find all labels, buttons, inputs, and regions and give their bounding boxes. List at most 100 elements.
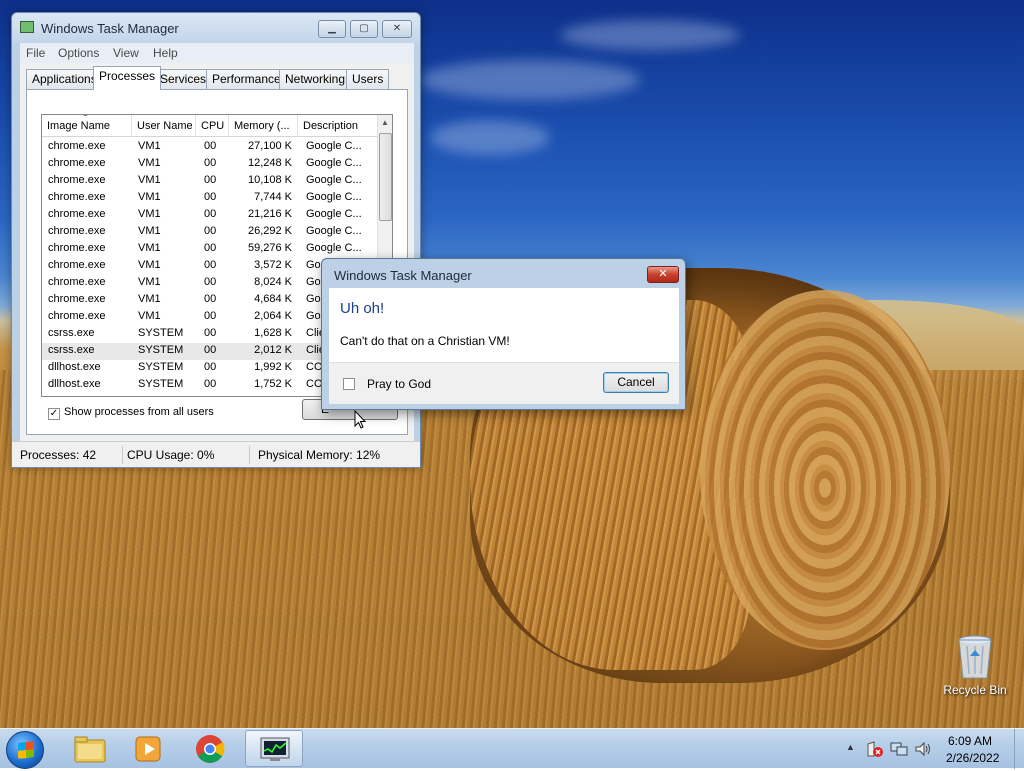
cell-image: chrome.exe bbox=[48, 208, 106, 220]
cell-cpu: 00 bbox=[204, 361, 217, 373]
tab-networking[interactable]: Networking bbox=[279, 69, 352, 89]
cell-desc: Google C... bbox=[306, 242, 362, 254]
cell-user: VM1 bbox=[138, 276, 161, 288]
cell-mem: 26,292 K bbox=[247, 225, 292, 237]
maximize-icon: ▢ bbox=[359, 23, 369, 34]
column-cpu[interactable]: CPU bbox=[196, 115, 229, 137]
cell-image: csrss.exe bbox=[48, 327, 95, 339]
cloud bbox=[430, 120, 550, 155]
cell-mem: 4,684 K bbox=[254, 293, 292, 305]
show-all-users-checkbox[interactable]: ✓ bbox=[48, 408, 60, 420]
column-description[interactable]: Description bbox=[298, 115, 378, 137]
cell-image: chrome.exe bbox=[48, 140, 106, 152]
cell-cpu: 00 bbox=[204, 378, 217, 390]
cell-image: chrome.exe bbox=[48, 276, 106, 288]
chrome-icon bbox=[196, 735, 225, 763]
window-title: Windows Task Manager bbox=[41, 21, 179, 36]
close-icon: ✕ bbox=[658, 268, 668, 280]
cell-cpu: 00 bbox=[204, 293, 217, 305]
cell-cpu: 00 bbox=[204, 327, 217, 339]
menu-file[interactable]: File bbox=[26, 46, 45, 60]
cell-image: csrss.exe bbox=[48, 344, 95, 356]
close-button[interactable]: ✕ bbox=[382, 20, 412, 38]
taskbar-explorer-button[interactable] bbox=[60, 730, 118, 767]
media-player-icon bbox=[135, 736, 161, 762]
show-hidden-icons-arrow-icon[interactable]: ▲ bbox=[846, 742, 855, 752]
menu-options[interactable]: Options bbox=[58, 46, 99, 60]
network-icon[interactable] bbox=[890, 740, 908, 758]
status-bar: Processes: 42 CPU Usage: 0% Physical Mem… bbox=[12, 441, 420, 467]
pray-to-god-checkbox[interactable] bbox=[343, 378, 355, 390]
tab-performance[interactable]: Performance bbox=[206, 69, 287, 89]
cell-cpu: 00 bbox=[204, 225, 217, 237]
process-row[interactable]: chrome.exe VM1 00 59,276 K Google C... bbox=[42, 241, 378, 258]
process-row[interactable]: chrome.exe VM1 00 27,100 K Google C... bbox=[42, 139, 378, 156]
cell-user: VM1 bbox=[138, 259, 161, 271]
tab-processes[interactable]: Processes bbox=[93, 66, 162, 90]
process-row[interactable]: chrome.exe VM1 00 7,744 K Google C... bbox=[42, 190, 378, 207]
clock-date[interactable]: 2/26/2022 bbox=[946, 751, 999, 765]
task-manager-icon bbox=[260, 737, 290, 761]
taskbar-media-player-button[interactable] bbox=[120, 730, 178, 767]
cell-mem: 12,248 K bbox=[247, 157, 292, 169]
menu-help[interactable]: Help bbox=[153, 46, 178, 60]
recycle-bin-label: Recycle Bin bbox=[943, 683, 1007, 697]
cell-desc: Google C... bbox=[306, 191, 362, 203]
sort-arrow-icon: ▲ bbox=[82, 114, 89, 118]
process-row[interactable]: chrome.exe VM1 00 26,292 K Google C... bbox=[42, 224, 378, 241]
system-tray: ▲ 6:09 AM 2/26/2022 bbox=[840, 729, 1024, 769]
cell-mem: 3,572 K bbox=[254, 259, 292, 271]
dialog-footer: Pray to God Cancel bbox=[329, 362, 679, 404]
taskbar-task-manager-button[interactable] bbox=[245, 730, 303, 767]
cell-cpu: 00 bbox=[204, 157, 217, 169]
volume-icon[interactable] bbox=[914, 740, 932, 758]
taskbar-chrome-button[interactable] bbox=[182, 730, 240, 767]
cell-mem: 1,628 K bbox=[254, 327, 292, 339]
cell-cpu: 00 bbox=[204, 259, 217, 271]
tab-services[interactable]: Services bbox=[154, 69, 213, 89]
status-processes: Processes: 42 bbox=[12, 446, 123, 464]
scrollbar-thumb[interactable] bbox=[379, 133, 392, 221]
minimize-button[interactable]: ▁ bbox=[318, 20, 346, 38]
cell-user: VM1 bbox=[138, 140, 161, 152]
pray-to-god-label: Pray to God bbox=[367, 377, 432, 391]
action-center-icon[interactable] bbox=[866, 740, 884, 758]
cell-user: VM1 bbox=[138, 242, 161, 254]
status-physical-memory: Physical Memory: 12% bbox=[258, 448, 381, 462]
column-memory[interactable]: Memory (... bbox=[229, 115, 298, 137]
task-manager-titlebar[interactable]: Windows Task Manager ▁ ▢ ✕ bbox=[12, 13, 420, 43]
scroll-up-arrow-icon[interactable]: ▲ bbox=[381, 118, 389, 127]
cell-user: VM1 bbox=[138, 191, 161, 203]
column-image-name[interactable]: Image Name bbox=[42, 115, 132, 137]
cancel-button[interactable]: Cancel bbox=[603, 372, 669, 393]
cell-image: chrome.exe bbox=[48, 191, 106, 203]
maximize-button[interactable]: ▢ bbox=[350, 20, 378, 38]
mouse-cursor-icon bbox=[354, 410, 367, 429]
cell-mem: 21,216 K bbox=[247, 208, 292, 220]
recycle-bin-shortcut[interactable]: Recycle Bin bbox=[940, 632, 1010, 702]
folder-icon bbox=[74, 736, 106, 763]
cell-user: SYSTEM bbox=[138, 361, 184, 373]
cell-mem: 2,012 K bbox=[254, 344, 292, 356]
process-row[interactable]: chrome.exe VM1 00 10,108 K Google C... bbox=[42, 173, 378, 190]
cell-cpu: 00 bbox=[204, 242, 217, 254]
process-row[interactable]: chrome.exe VM1 00 21,216 K Google C... bbox=[42, 207, 378, 224]
process-row[interactable]: chrome.exe VM1 00 12,248 K Google C... bbox=[42, 156, 378, 173]
cell-mem: 27,100 K bbox=[247, 140, 292, 152]
cell-user: SYSTEM bbox=[138, 378, 184, 390]
tab-applications[interactable]: Applications bbox=[26, 69, 103, 89]
cell-user: SYSTEM bbox=[138, 344, 184, 356]
dialog-close-button[interactable]: ✕ bbox=[647, 266, 679, 283]
menu-view[interactable]: View bbox=[113, 46, 139, 60]
cell-user: VM1 bbox=[138, 310, 161, 322]
show-desktop-button[interactable] bbox=[1014, 729, 1024, 769]
dialog-heading: Uh oh! bbox=[340, 300, 385, 317]
cell-mem: 1,752 K bbox=[254, 378, 292, 390]
cell-mem: 7,744 K bbox=[254, 191, 292, 203]
clock-time[interactable]: 6:09 AM bbox=[948, 734, 992, 748]
tab-users[interactable]: Users bbox=[346, 69, 390, 89]
cell-desc: Google C... bbox=[306, 174, 362, 186]
column-user-name[interactable]: User Name bbox=[132, 115, 196, 137]
start-button[interactable] bbox=[6, 731, 44, 769]
cell-user: VM1 bbox=[138, 174, 161, 186]
